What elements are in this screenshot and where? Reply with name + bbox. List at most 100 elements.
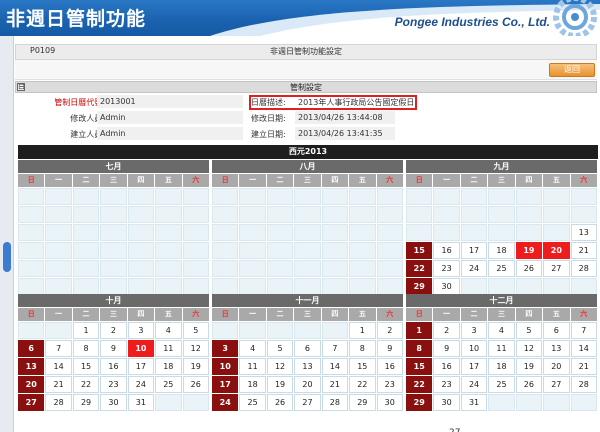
day-cell[interactable]: 12 bbox=[182, 340, 209, 357]
day-cell[interactable]: 27 bbox=[18, 394, 45, 411]
day-cell[interactable]: 23 bbox=[433, 260, 460, 277]
day-cell[interactable]: 17 bbox=[460, 242, 488, 259]
day-cell[interactable]: 28 bbox=[45, 394, 72, 411]
day-cell[interactable]: 19 bbox=[266, 376, 294, 393]
day-cell[interactable]: 21 bbox=[570, 358, 597, 375]
day-cell[interactable]: 23 bbox=[100, 376, 127, 393]
day-cell[interactable]: 29 bbox=[406, 278, 433, 295]
day-cell[interactable]: 15 bbox=[349, 358, 376, 375]
day-cell[interactable]: 26 bbox=[266, 394, 294, 411]
day-cell[interactable]: 3 bbox=[127, 322, 155, 339]
day-cell[interactable]: 8 bbox=[349, 340, 376, 357]
day-cell[interactable]: 10 bbox=[127, 340, 155, 357]
day-cell[interactable]: 31 bbox=[460, 394, 488, 411]
day-cell[interactable]: 13 bbox=[543, 340, 570, 357]
day-cell[interactable]: 22 bbox=[406, 376, 433, 393]
day-cell[interactable]: 27 bbox=[543, 260, 570, 277]
day-cell[interactable]: 22 bbox=[72, 376, 100, 393]
day-cell[interactable]: 29 bbox=[406, 394, 433, 411]
day-cell[interactable]: 1 bbox=[72, 322, 100, 339]
day-cell[interactable]: 2 bbox=[433, 322, 460, 339]
day-cell[interactable]: 13 bbox=[18, 358, 45, 375]
day-cell[interactable]: 25 bbox=[239, 394, 266, 411]
day-cell[interactable]: 28 bbox=[321, 394, 349, 411]
day-cell[interactable]: 18 bbox=[488, 242, 515, 259]
day-cell[interactable]: 15 bbox=[406, 242, 433, 259]
day-cell[interactable]: 16 bbox=[433, 242, 460, 259]
day-cell[interactable]: 5 bbox=[182, 322, 209, 339]
day-cell[interactable]: 6 bbox=[18, 340, 45, 357]
day-cell[interactable]: 27 bbox=[543, 376, 570, 393]
day-cell[interactable]: 16 bbox=[433, 358, 460, 375]
day-cell[interactable]: 28 bbox=[570, 376, 597, 393]
day-cell[interactable]: 23 bbox=[376, 376, 403, 393]
day-cell[interactable]: 1 bbox=[406, 322, 433, 339]
day-cell[interactable]: 7 bbox=[321, 340, 349, 357]
day-cell[interactable]: 4 bbox=[488, 322, 515, 339]
day-cell[interactable]: 16 bbox=[100, 358, 127, 375]
description-field[interactable]: 2013年人事行政局公告國定假日 bbox=[295, 96, 495, 109]
day-cell[interactable]: 21 bbox=[570, 242, 597, 259]
day-cell[interactable]: 20 bbox=[18, 376, 45, 393]
splitter-handle[interactable] bbox=[3, 242, 11, 272]
day-cell[interactable]: 25 bbox=[488, 260, 515, 277]
day-cell[interactable]: 30 bbox=[376, 394, 403, 411]
day-cell[interactable]: 14 bbox=[570, 340, 597, 357]
day-cell[interactable]: 19 bbox=[182, 358, 209, 375]
day-cell[interactable]: 8 bbox=[406, 340, 433, 357]
day-cell[interactable]: 20 bbox=[543, 358, 570, 375]
day-cell[interactable]: 11 bbox=[488, 340, 515, 357]
day-cell[interactable]: 2 bbox=[376, 322, 403, 339]
day-cell[interactable]: 17 bbox=[460, 358, 488, 375]
code-field[interactable]: 2013001 bbox=[97, 95, 243, 108]
day-cell[interactable]: 21 bbox=[321, 376, 349, 393]
day-cell[interactable]: 15 bbox=[406, 358, 433, 375]
day-cell[interactable]: 2 bbox=[100, 322, 127, 339]
day-cell[interactable]: 22 bbox=[349, 376, 376, 393]
day-cell[interactable]: 18 bbox=[488, 358, 515, 375]
day-cell[interactable]: 9 bbox=[433, 340, 460, 357]
day-cell[interactable]: 5 bbox=[515, 322, 543, 339]
day-cell[interactable]: 13 bbox=[570, 224, 597, 241]
day-cell[interactable]: 11 bbox=[239, 358, 266, 375]
day-cell[interactable]: 17 bbox=[212, 376, 239, 393]
day-cell[interactable]: 24 bbox=[460, 260, 488, 277]
day-cell[interactable]: 19 bbox=[515, 358, 543, 375]
day-cell[interactable]: 9 bbox=[100, 340, 127, 357]
day-cell[interactable]: 20 bbox=[543, 242, 570, 259]
day-cell[interactable]: 23 bbox=[433, 376, 460, 393]
day-cell[interactable]: 29 bbox=[72, 394, 100, 411]
day-cell[interactable]: 12 bbox=[515, 340, 543, 357]
day-cell[interactable]: 28 bbox=[570, 260, 597, 277]
day-cell[interactable]: 4 bbox=[155, 322, 182, 339]
day-cell[interactable]: 13 bbox=[294, 358, 321, 375]
day-cell[interactable]: 19 bbox=[515, 242, 543, 259]
day-cell[interactable]: 26 bbox=[515, 260, 543, 277]
back-button[interactable]: 返回 bbox=[549, 63, 595, 77]
day-cell[interactable]: 10 bbox=[460, 340, 488, 357]
day-cell[interactable]: 26 bbox=[182, 376, 209, 393]
day-cell[interactable]: 7 bbox=[570, 322, 597, 339]
day-cell[interactable]: 17 bbox=[127, 358, 155, 375]
day-cell[interactable]: 12 bbox=[266, 358, 294, 375]
day-cell[interactable]: 29 bbox=[349, 394, 376, 411]
day-cell[interactable]: 9 bbox=[376, 340, 403, 357]
day-cell[interactable]: 16 bbox=[376, 358, 403, 375]
day-cell[interactable]: 14 bbox=[45, 358, 72, 375]
day-cell[interactable]: 24 bbox=[460, 376, 488, 393]
day-cell[interactable]: 7 bbox=[45, 340, 72, 357]
day-cell[interactable]: 24 bbox=[212, 394, 239, 411]
day-cell[interactable]: 30 bbox=[100, 394, 127, 411]
day-cell[interactable]: 25 bbox=[488, 376, 515, 393]
day-cell[interactable]: 18 bbox=[155, 358, 182, 375]
day-cell[interactable]: 26 bbox=[515, 376, 543, 393]
day-cell[interactable]: 30 bbox=[433, 394, 460, 411]
day-cell[interactable]: 11 bbox=[155, 340, 182, 357]
day-cell[interactable]: 8 bbox=[72, 340, 100, 357]
day-cell[interactable]: 22 bbox=[406, 260, 433, 277]
day-cell[interactable]: 6 bbox=[543, 322, 570, 339]
day-cell[interactable]: 1 bbox=[349, 322, 376, 339]
day-cell[interactable]: 25 bbox=[155, 376, 182, 393]
day-cell[interactable]: 3 bbox=[212, 340, 239, 357]
day-cell[interactable]: 6 bbox=[294, 340, 321, 357]
